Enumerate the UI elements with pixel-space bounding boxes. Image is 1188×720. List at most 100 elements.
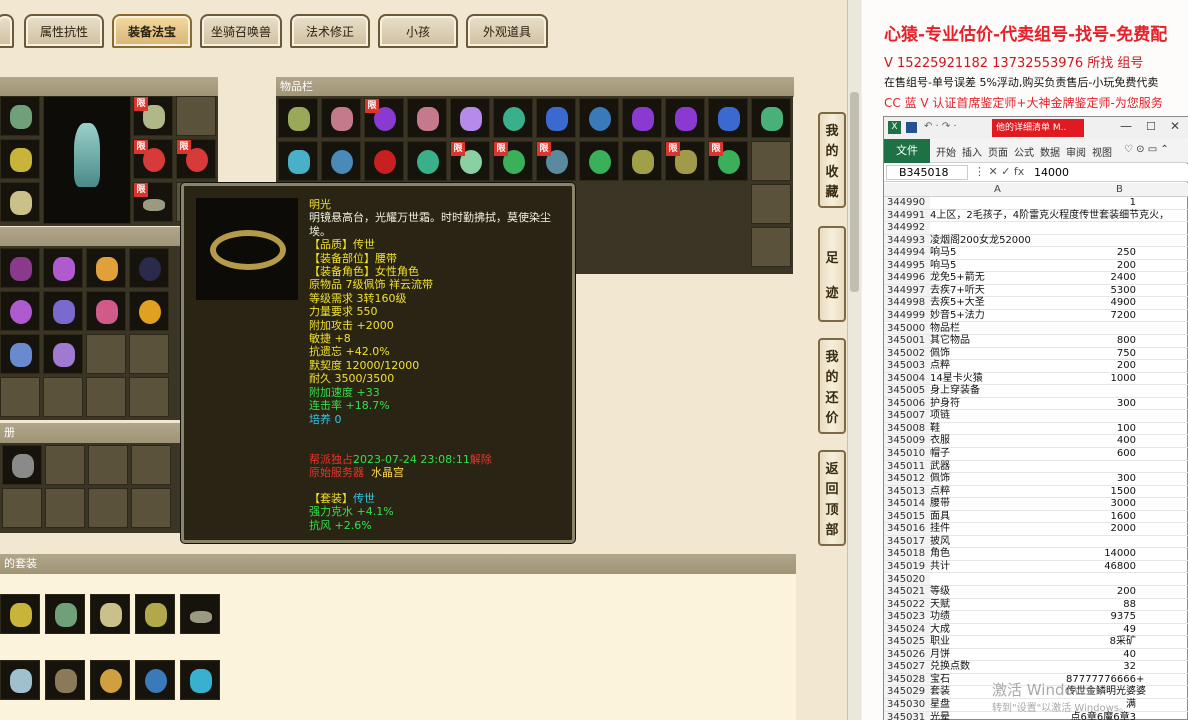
set-item[interactable] [90, 594, 130, 634]
sheet-row[interactable]: 345024 大成 49 [884, 623, 1188, 637]
ribbon-tab-data[interactable]: 数据 [1040, 144, 1060, 159]
inventory-item[interactable]: 限 [493, 141, 533, 181]
cell-a[interactable]: 身上穿装备 [930, 385, 1066, 398]
empty-slot[interactable] [45, 445, 85, 485]
inventory-item[interactable] [579, 98, 619, 138]
sheet-row[interactable]: 344990 1 [884, 197, 1188, 210]
ribbon-tab-review[interactable]: 审阅 [1066, 144, 1086, 159]
grid-item[interactable] [43, 248, 83, 288]
cell-a[interactable]: 4上区，2毛孩子，4阶雷克火程度传世套装细节克火， [930, 210, 1169, 223]
cell-b[interactable]: 14000 [1066, 548, 1136, 561]
formula-input[interactable]: 14000 [1034, 166, 1069, 179]
sheet-row[interactable]: 345005 身上穿装备 [884, 385, 1188, 398]
undo-icon[interactable]: ↶ · ↷ · [924, 121, 957, 132]
cell-b[interactable]: 300 [1066, 398, 1136, 411]
cell-a[interactable]: 佩饰 [930, 348, 1066, 361]
cell-b[interactable]: 750 [1066, 348, 1136, 361]
cell-a[interactable]: 职业 [930, 636, 1066, 649]
my-counter-offer-button[interactable]: 我的还价 [818, 338, 846, 434]
grid-item[interactable] [0, 248, 40, 288]
cell-a[interactable]: 帽子 [930, 448, 1066, 461]
cell-b[interactable]: 88 [1066, 599, 1136, 612]
sheet-row[interactable]: 345004 14星卡火猿 1000 [884, 372, 1188, 386]
equip-slot-belt[interactable]: 限 [133, 182, 173, 222]
sheet-row[interactable]: 345010 帽子 600 [884, 448, 1188, 461]
sheet-row[interactable]: 344992 [884, 222, 1188, 235]
help-icon[interactable]: ♡ ⊙ ▭ ⌃ [1124, 144, 1169, 155]
set-item[interactable] [180, 660, 220, 700]
sheet-row[interactable]: 345018 角色 14000 [884, 548, 1188, 561]
cell-a[interactable]: 去疾7+听天 [930, 285, 1066, 298]
cell-a[interactable]: 龙免5+箭无 [930, 272, 1066, 285]
set-item[interactable] [45, 660, 85, 700]
cell-b[interactable]: 100 [1066, 423, 1136, 436]
cell-a[interactable]: 共计 [930, 561, 1066, 574]
sheet-row[interactable]: 345020 [884, 573, 1188, 587]
cell-b[interactable]: 8采矿 [1066, 636, 1136, 649]
empty-slot[interactable] [751, 227, 791, 267]
sheet-row[interactable]: 345026 月饼 40 [884, 648, 1188, 662]
sheet-row[interactable]: 345027 兑换点数 32 [884, 661, 1188, 674]
empty-slot[interactable] [751, 141, 791, 181]
sheet-row[interactable]: 344993 凌烟阁200女龙52000 [884, 234, 1188, 248]
cell-b[interactable]: 40 [1066, 649, 1136, 662]
column-a-header[interactable]: A [994, 184, 1001, 195]
sheet-row[interactable]: 345021 等级 200 [884, 586, 1188, 599]
cell-b[interactable]: 1000 [1066, 373, 1136, 386]
inventory-item[interactable]: 限 [450, 141, 490, 181]
set-item[interactable] [0, 660, 40, 700]
cell-b[interactable]: 46800 [1066, 561, 1136, 574]
sheet-row[interactable]: 345016 挂件 2000 [884, 523, 1188, 536]
inventory-item[interactable] [536, 98, 576, 138]
set-item[interactable] [90, 660, 130, 700]
cell-b[interactable]: 2000 [1066, 523, 1136, 536]
ribbon-tab-home[interactable]: 开始 [936, 144, 956, 159]
cell-a[interactable]: 物品栏 [930, 323, 1066, 336]
inventory-item[interactable] [579, 141, 619, 181]
sheet-row[interactable]: 345025 职业 8采矿 [884, 636, 1188, 649]
inventory-item[interactable] [407, 98, 447, 138]
cell-a[interactable]: 凌烟阁200女龙52000 [930, 235, 1066, 248]
cell-b[interactable]: 1 [1066, 197, 1136, 210]
sheet-row[interactable]: 345015 面具 1600 [884, 510, 1188, 524]
tab-appearance[interactable]: 外观道具 [466, 14, 548, 48]
sheet-row[interactable]: 345002 佩饰 750 [884, 347, 1188, 361]
grid-item[interactable] [86, 248, 126, 288]
grid-item[interactable] [129, 248, 169, 288]
empty-slot[interactable] [86, 377, 126, 417]
tab-attribute-resistance[interactable]: 属性抗性 [24, 14, 104, 48]
empty-slot[interactable] [43, 377, 83, 417]
empty-slot[interactable] [88, 445, 128, 485]
my-favorites-button[interactable]: 我的收藏 [818, 112, 846, 208]
cell-a[interactable]: 14星卡火猿 [930, 373, 1066, 386]
cell-b[interactable]: 9375 [1066, 611, 1136, 624]
inventory-item[interactable] [407, 141, 447, 181]
sheet-row[interactable]: 345001 其它物品 800 [884, 335, 1188, 348]
inventory-item[interactable]: 限 [536, 141, 576, 181]
set-item[interactable] [135, 594, 175, 634]
ribbon-tab-layout[interactable]: 页面 [988, 144, 1008, 159]
cell-a[interactable]: 响马5 [930, 247, 1066, 260]
cell-b[interactable]: 2400 [1066, 272, 1136, 285]
empty-slot[interactable] [131, 488, 171, 528]
inventory-item[interactable] [321, 141, 361, 181]
tab-equipment[interactable]: 装备法宝 [112, 14, 192, 48]
inventory-item[interactable] [450, 98, 490, 138]
cell-a[interactable]: 去疾5+大圣 [930, 297, 1066, 310]
inventory-item[interactable] [708, 98, 748, 138]
cell-b[interactable]: 200 [1066, 260, 1136, 273]
empty-slot[interactable] [751, 184, 791, 224]
cell-b[interactable]: 600 [1066, 448, 1136, 461]
cell-b[interactable]: 32 [1066, 661, 1136, 674]
column-b-header[interactable]: B [1116, 184, 1123, 195]
inventory-item[interactable]: 限 [364, 98, 404, 138]
grid-item[interactable] [0, 291, 40, 331]
grid-item[interactable] [2, 445, 42, 485]
sheet-row[interactable]: 345009 衣服 400 [884, 435, 1188, 448]
cell-a[interactable]: 妙音5+法力 [930, 310, 1066, 323]
equip-slot[interactable]: 限 [133, 96, 173, 136]
empty-slot[interactable] [129, 334, 169, 374]
inventory-item[interactable]: 限 [665, 141, 705, 181]
cell-a[interactable]: 点粹 [930, 360, 1066, 373]
cell-b[interactable]: 7200 [1066, 310, 1136, 323]
